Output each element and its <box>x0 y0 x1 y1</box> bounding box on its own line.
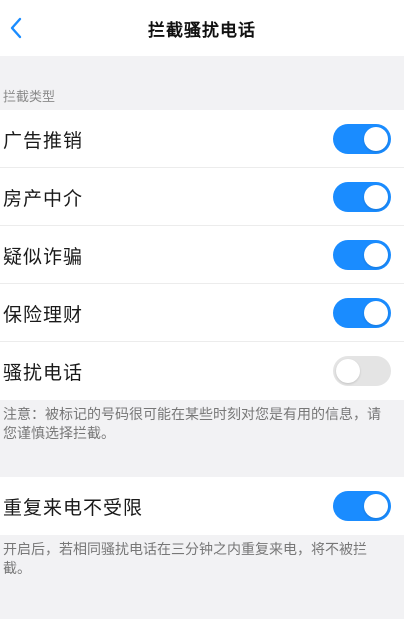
setting-label: 重复来电不受限 <box>3 496 144 519</box>
toggle-repeat-calls[interactable] <box>333 491 391 521</box>
toggle-knob <box>364 301 388 325</box>
setting-row-insurance: 保险理财 <box>0 284 404 342</box>
setting-label: 骚扰电话 <box>3 361 84 384</box>
navigation-bar: 拦截骚扰电话 <box>0 0 404 56</box>
toggle-knob <box>364 494 388 518</box>
toggle-fraud[interactable] <box>333 240 391 270</box>
toggle-real-estate[interactable] <box>333 182 391 212</box>
chevron-left-icon <box>10 17 22 39</box>
intercept-harassment-calls-screen: 拦截骚扰电话 拦截类型 广告推销 房产中介 疑似诈骗 保险理财 骚扰电话 注意：… <box>0 0 404 619</box>
page-title: 拦截骚扰电话 <box>148 20 256 41</box>
section-header-intercept-types: 拦截类型 <box>0 80 404 110</box>
toggle-ads[interactable] <box>333 124 391 154</box>
spacer <box>0 56 404 80</box>
back-button[interactable] <box>4 14 28 42</box>
setting-label: 广告推销 <box>3 129 84 152</box>
setting-row-harassment: 骚扰电话 <box>0 342 404 400</box>
repeat-calls-note: 开启后，若相同骚扰电话在三分钟之内重复来电，将不被拦截。 <box>0 535 404 595</box>
setting-label: 保险理财 <box>3 303 84 326</box>
spacer <box>0 458 404 477</box>
toggle-insurance[interactable] <box>333 298 391 328</box>
setting-label: 疑似诈骗 <box>3 245 84 268</box>
setting-row-real-estate: 房产中介 <box>0 168 404 226</box>
toggle-knob <box>364 185 388 209</box>
toggle-harassment[interactable] <box>333 356 391 386</box>
setting-row-ads: 广告推销 <box>0 110 404 168</box>
toggle-knob <box>364 127 388 151</box>
setting-row-repeat-calls: 重复来电不受限 <box>0 477 404 535</box>
setting-row-fraud: 疑似诈骗 <box>0 226 404 284</box>
intercept-warning-note: 注意：被标记的号码很可能在某些时刻对您是有用的信息，请您谨慎选择拦截。 <box>0 400 404 458</box>
toggle-knob <box>336 359 360 383</box>
toggle-knob <box>364 243 388 267</box>
setting-label: 房产中介 <box>3 187 84 210</box>
